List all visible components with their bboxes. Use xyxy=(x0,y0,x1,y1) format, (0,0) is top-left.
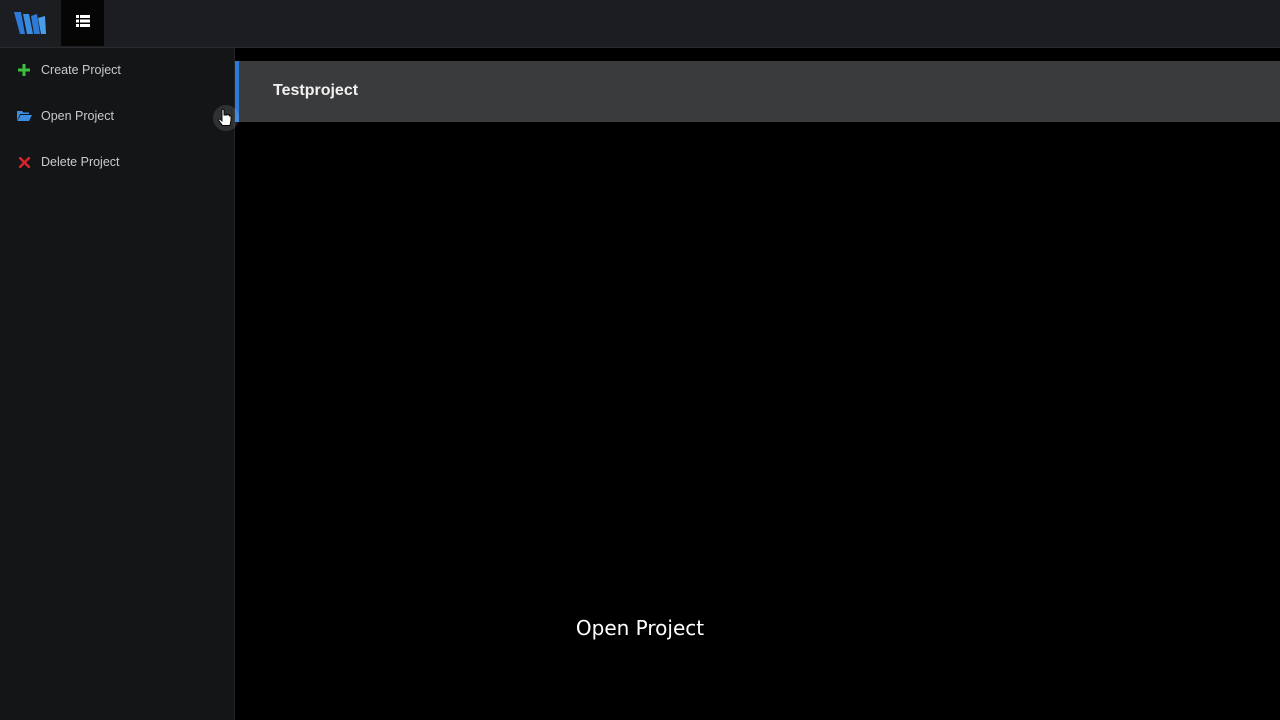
sidebar: Create Project Open Project Delete Proje… xyxy=(0,48,235,720)
sidebar-item-label: Open Project xyxy=(41,109,114,123)
wm-logo-icon[interactable] xyxy=(12,8,50,40)
top-bar xyxy=(0,0,1280,48)
sidebar-item-label: Create Project xyxy=(41,63,121,77)
sidebar-item-open-project[interactable]: Open Project xyxy=(0,96,234,136)
project-list-item[interactable]: Testproject xyxy=(235,61,1280,122)
sidebar-item-delete-project[interactable]: Delete Project xyxy=(0,142,234,182)
plus-icon xyxy=(16,62,32,78)
caption-text: Open Project xyxy=(575,616,705,640)
menu-toggle-button[interactable] xyxy=(61,0,104,46)
list-icon xyxy=(75,14,90,32)
sidebar-item-label: Delete Project xyxy=(41,155,120,169)
close-icon xyxy=(16,154,32,170)
folder-open-icon xyxy=(16,108,32,124)
sidebar-item-create-project[interactable]: Create Project xyxy=(0,50,234,90)
hand-cursor-icon xyxy=(212,104,240,132)
project-name: Testproject xyxy=(273,82,359,99)
